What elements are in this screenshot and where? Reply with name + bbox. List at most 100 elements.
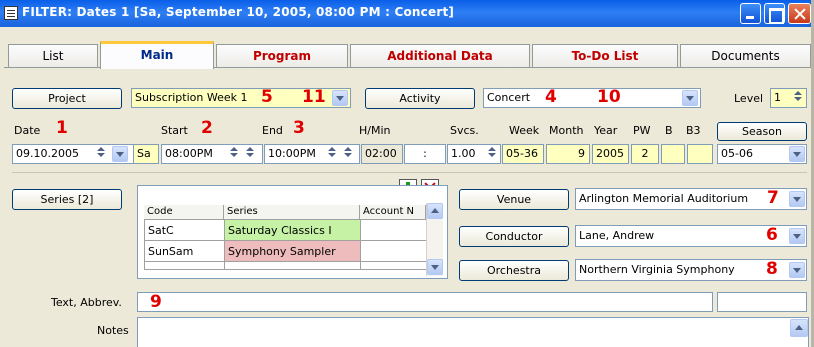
scroll-up-icon[interactable]	[427, 203, 443, 219]
callout-5: 5	[261, 87, 273, 107]
activity-select[interactable]: Concert	[483, 88, 701, 108]
season-dropdown-icon[interactable]	[789, 146, 805, 162]
tab-additional-data[interactable]: Additional Data	[350, 44, 530, 68]
activity-value: Concert	[487, 91, 531, 104]
callout-8: 8	[766, 259, 778, 279]
tab-strip: List Main Program Additional Data To-Do …	[4, 41, 811, 69]
series-code-cell[interactable]	[144, 261, 225, 270]
callout-11: 11	[302, 87, 326, 107]
series-scrollbar[interactable]	[426, 203, 443, 276]
filter-window: FILTER: Dates 1 [Sa, September 10, 2005,…	[0, 0, 814, 347]
b3-label: B3	[686, 124, 701, 137]
scroll-down-icon[interactable]	[427, 259, 443, 275]
callout-9: 9	[150, 292, 162, 312]
svcs-label: Svcs.	[450, 124, 479, 137]
series-account-cell[interactable]	[360, 240, 427, 262]
activity-button[interactable]: Activity	[365, 88, 475, 109]
end-label: End	[262, 124, 283, 137]
column-header-code[interactable]: Code	[144, 205, 224, 219]
project-dropdown-icon[interactable]	[332, 90, 348, 106]
start-hour-spinner-icon[interactable]	[228, 146, 240, 162]
level-value: 1	[774, 91, 781, 104]
end-hour-spinner-icon[interactable]	[326, 146, 338, 162]
level-label: Level	[734, 92, 764, 105]
venue-button[interactable]: Venue	[459, 189, 569, 210]
week-label: Week	[509, 124, 540, 137]
table-row[interactable]: SunSam Symphony Sampler	[144, 240, 427, 262]
orchestra-dropdown-icon[interactable]	[789, 262, 805, 278]
date-spinner-icon[interactable]	[95, 146, 107, 162]
tab-program[interactable]: Program	[216, 44, 348, 68]
date-dropdown-icon[interactable]	[112, 146, 128, 162]
notes-textarea[interactable]	[137, 317, 809, 347]
month-field: 9	[546, 144, 590, 164]
week-value: 05-36	[506, 147, 538, 160]
series-name-cell[interactable]	[224, 261, 361, 270]
title-bar[interactable]: FILTER: Dates 1 [Sa, September 10, 2005,…	[0, 0, 811, 27]
series-code-cell[interactable]: SunSam	[144, 240, 225, 262]
project-button[interactable]: Project	[12, 88, 122, 109]
notes-label: Notes	[97, 324, 129, 337]
conductor-button[interactable]: Conductor	[459, 226, 569, 247]
table-row[interactable]: SatC Saturday Classics I	[144, 219, 427, 241]
venue-dropdown-icon[interactable]	[789, 191, 805, 207]
app-icon	[4, 6, 18, 20]
b-field[interactable]	[661, 144, 685, 164]
close-icon[interactable]	[788, 3, 811, 24]
series-table: SatC Saturday Classics I SunSam Symphony…	[144, 219, 427, 270]
hmin-field: 02:00	[361, 144, 403, 164]
notes-scroll-up-icon[interactable]	[790, 319, 808, 337]
tab-documents[interactable]: Documents	[680, 44, 811, 68]
callout-4: 4	[545, 87, 557, 107]
b3-field[interactable]	[687, 144, 713, 164]
abbrev-field[interactable]	[717, 292, 807, 312]
conductor-value: Lane, Andrew	[579, 229, 655, 242]
pw-field: 2	[631, 144, 659, 164]
callout-1: 1	[56, 118, 68, 138]
season-value: 05-06	[721, 147, 753, 160]
season-button[interactable]: Season	[717, 122, 807, 141]
orchestra-button[interactable]: Orchestra	[459, 260, 569, 281]
svcs-value: 1.00	[451, 147, 476, 160]
date-value: 09.10.2005	[16, 147, 79, 160]
end-minute-spinner-icon[interactable]	[342, 146, 354, 162]
series-account-cell[interactable]	[360, 261, 427, 270]
maximize-icon[interactable]	[764, 3, 785, 24]
column-header-account[interactable]: Account N	[360, 205, 426, 219]
tab-main[interactable]: Main	[100, 41, 214, 69]
series-button[interactable]: Series [2]	[12, 189, 122, 210]
date-label: Date	[14, 124, 41, 137]
section-divider	[12, 172, 807, 173]
hmin-extra-field[interactable]: :	[404, 144, 446, 164]
project-value: Subscription Week 1	[135, 91, 248, 104]
tab-list[interactable]: List	[8, 44, 98, 68]
start-minute-spinner-icon[interactable]	[244, 146, 256, 162]
series-account-cell[interactable]	[360, 219, 427, 241]
level-spinner-icon[interactable]	[792, 90, 804, 106]
column-header-series[interactable]: Series	[224, 205, 360, 219]
minimize-icon[interactable]	[740, 3, 761, 24]
svcs-spinner-icon[interactable]	[486, 146, 498, 162]
callout-6: 6	[766, 225, 778, 245]
weekday-field: Sa	[133, 144, 159, 164]
tab-to-do-list[interactable]: To-Do List	[532, 44, 678, 68]
series-name-cell[interactable]: Symphony Sampler	[224, 240, 361, 262]
year-field: 2005	[592, 144, 629, 164]
year-label: Year	[594, 124, 618, 137]
start-label: Start	[161, 124, 188, 137]
text-field[interactable]	[137, 292, 713, 312]
venue-value: Arlington Memorial Auditorium	[579, 192, 749, 205]
series-code-cell[interactable]: SatC	[144, 219, 225, 241]
series-name-cell[interactable]: Saturday Classics I	[224, 219, 361, 241]
weekday-value: Sa	[137, 147, 151, 160]
activity-dropdown-icon[interactable]	[682, 90, 698, 106]
series-grid[interactable]: Code Series Account N SatC Saturday Clas…	[137, 185, 448, 279]
conductor-dropdown-icon[interactable]	[789, 228, 805, 244]
week-field: 05-36	[502, 144, 544, 164]
hmin-value: 02:00	[365, 147, 397, 160]
end-time-value: 10:00PM	[268, 147, 316, 160]
table-row[interactable]	[144, 261, 427, 270]
orchestra-value: Northern Virginia Symphony	[579, 263, 735, 276]
callout-10: 10	[597, 87, 621, 107]
b-label: B	[665, 124, 673, 137]
